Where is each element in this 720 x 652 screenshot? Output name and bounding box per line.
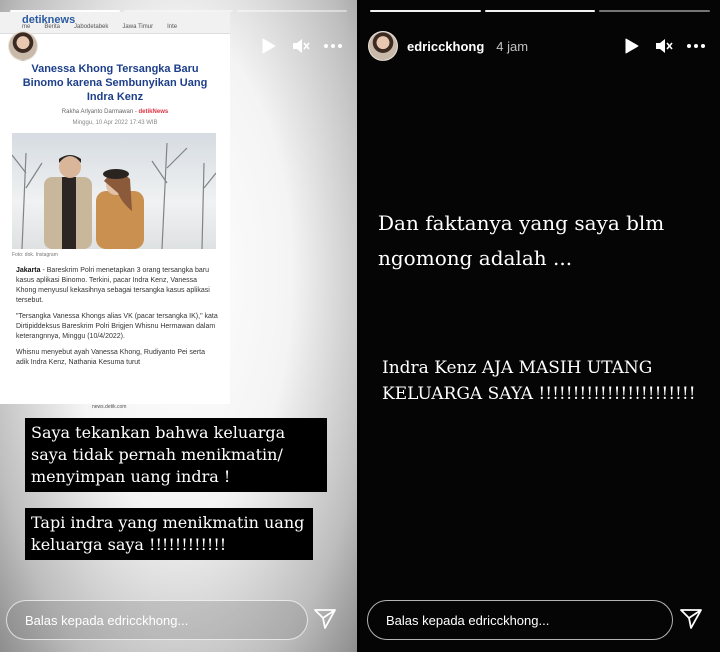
send-button[interactable] <box>678 606 704 632</box>
reply-placeholder: Balas kepada edricckhong... <box>25 612 189 628</box>
progress-segment <box>123 10 234 12</box>
progress-segment <box>10 10 120 12</box>
send-button[interactable] <box>312 606 338 632</box>
avatar[interactable] <box>8 31 38 61</box>
story-text-1: Dan faktanya yang saya blm ngomong adala… <box>378 211 665 270</box>
mute-button[interactable] <box>287 32 315 60</box>
play-button[interactable] <box>255 32 283 60</box>
more-button[interactable] <box>682 32 710 60</box>
progress-segment <box>370 10 481 12</box>
progress-segment <box>599 10 711 12</box>
article-paragraph: Jakarta - Bareskrim Polri menetapkan 3 o… <box>16 266 218 306</box>
article-date: Minggu, 10 Apr 2022 17:43 WIB <box>72 120 158 126</box>
story-header: edricckhong 4 jam <box>368 28 710 64</box>
article-photo <box>12 133 216 249</box>
progress-segment <box>484 10 596 12</box>
more-icon <box>324 44 342 48</box>
article-paragraph: "Tersangka Vanessa Khongs alias VK (paca… <box>16 313 218 340</box>
paragraph-lead: Jakarta <box>16 267 41 274</box>
username[interactable]: edricckhong <box>407 39 484 54</box>
reply-input[interactable]: Balas kepada edricckhong... <box>367 600 673 640</box>
more-icon <box>687 44 705 48</box>
article-byline: Rakha Arlyanto Darmawan - detikNews <box>61 109 169 115</box>
story-header: edricckhong 5 jam <box>8 28 347 64</box>
photo-caption: Foto: dok. Instagram <box>12 252 58 258</box>
mute-button[interactable] <box>650 32 678 60</box>
story-caption-2: Tapi indra yang menikmatin uang keluarga… <box>25 508 313 560</box>
play-icon <box>625 38 639 54</box>
send-icon <box>314 609 336 629</box>
time-ago: 5 jam <box>136 38 169 54</box>
article-title: Vanessa Khong Tersangka Baru Binomo kare… <box>22 63 208 103</box>
story-progress <box>10 10 348 12</box>
avatar[interactable] <box>368 31 398 61</box>
story-text-2: Indra Kenz AJA MASIH UTANG KELUARGA SAYA… <box>382 358 696 404</box>
time-ago: 4 jam <box>496 38 529 54</box>
story-left[interactable]: detiknews me Berita Jabodetabek Jawa Tim… <box>0 0 357 652</box>
paragraph-text: - Bareskrim Polri menetapkan 3 orang ter… <box>16 267 210 304</box>
more-button[interactable] <box>319 32 347 60</box>
article-author-source: detikNews <box>138 109 169 115</box>
send-icon <box>680 609 702 629</box>
reply-placeholder: Balas kepada edricckhong... <box>386 612 550 628</box>
play-icon <box>262 38 276 54</box>
mute-icon <box>656 39 673 53</box>
story-progress <box>370 10 711 12</box>
story-right[interactable]: edricckhong 4 jam Dan faktanya yang saya… <box>360 0 720 652</box>
article-author: Rakha Arlyanto Darmawan <box>61 109 134 115</box>
progress-segment <box>237 10 348 12</box>
reply-input[interactable]: Balas kepada edricckhong... <box>6 600 308 640</box>
username[interactable]: edricckhong <box>47 39 124 54</box>
article-paragraph: Whisnu menyebut ayah Vanessa Khong, Rudi… <box>16 349 205 366</box>
play-button[interactable] <box>618 32 646 60</box>
article-source: news.detik.com <box>92 404 127 410</box>
news-article-screenshot: detiknews me Berita Jabodetabek Jawa Tim… <box>0 12 230 410</box>
story-caption-1: Saya tekankan bahwa keluarga saya tidak … <box>25 418 327 492</box>
article-body: Jakarta - Bareskrim Polri menetapkan 3 o… <box>16 266 218 368</box>
mute-icon <box>293 39 310 53</box>
